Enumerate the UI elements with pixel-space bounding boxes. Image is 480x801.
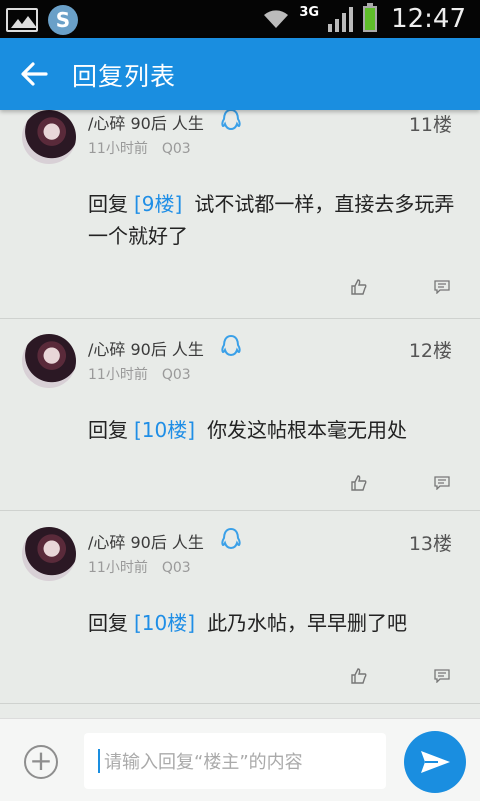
floor-link[interactable]: [10楼] <box>134 611 195 635</box>
floor-number: 13楼 <box>408 533 452 555</box>
comment-icon[interactable] <box>434 669 450 683</box>
reply-content: 回复 [10楼] 你发这帖根本毫无用处 <box>88 414 460 446</box>
reply-item: /心碎 90后 人生 13楼 11小时前 Q03 回复 [10楼] 此乃水帖，早早删了… <box>0 511 480 704</box>
reply-prefix: 回复 <box>88 418 128 442</box>
floor-number: 11楼 <box>408 114 452 136</box>
reply-text: 你发这帖根本毫无用处 <box>207 418 408 442</box>
gallery-notification-icon <box>6 8 38 32</box>
reply-prefix: 回复 <box>88 192 128 216</box>
username[interactable]: /心碎 90后 人生 <box>88 529 204 553</box>
send-icon[interactable] <box>404 731 466 793</box>
clock: 12:47 <box>391 4 466 34</box>
floor-link[interactable]: [9楼] <box>134 192 182 216</box>
like-icon[interactable] <box>350 474 368 492</box>
reply-prefix: 回复 <box>88 611 128 635</box>
post-meta: 11小时前 Q03 <box>88 364 191 384</box>
floor-number: 12楼 <box>408 340 452 362</box>
post-client: Q03 <box>161 367 191 383</box>
post-meta: 11小时前 Q03 <box>88 138 191 158</box>
battery-icon <box>363 3 378 32</box>
reply-input-box[interactable] <box>84 733 386 791</box>
avatar[interactable] <box>22 110 76 164</box>
post-time: 11小时前 <box>88 367 148 383</box>
reply-input[interactable] <box>102 733 386 791</box>
app-notification-icon: S <box>48 5 78 35</box>
reply-text: 此乃水帖，早早删了吧 <box>207 611 408 635</box>
post-client: Q03 <box>161 560 191 576</box>
status-bar: S 3G 12:47 <box>0 0 480 38</box>
app-bar: 回复列表 <box>0 38 480 110</box>
comment-icon[interactable] <box>434 476 450 490</box>
like-icon[interactable] <box>350 278 368 296</box>
qq-icon <box>221 110 241 131</box>
reply-composer: + <box>0 718 480 801</box>
comment-icon[interactable] <box>434 280 450 294</box>
like-icon[interactable] <box>350 667 368 685</box>
network-type: 3G <box>299 4 320 20</box>
username[interactable]: /心碎 90后 人生 <box>88 110 204 134</box>
reply-item: /心碎 90后 人生 11楼 11小时前 Q03 回复 [9楼] 试不试都一样，直接去… <box>0 110 480 319</box>
reply-content: 回复 [10楼] 此乃水帖，早早删了吧 <box>88 607 460 639</box>
post-meta: 11小时前 Q03 <box>88 557 191 577</box>
add-attachment-icon[interactable]: + <box>24 745 58 779</box>
back-arrow-icon[interactable] <box>18 58 50 90</box>
post-time: 11小时前 <box>88 141 148 157</box>
post-client: Q03 <box>161 141 191 157</box>
post-time: 11小时前 <box>88 560 148 576</box>
reply-list[interactable]: /心碎 90后 人生 11楼 11小时前 Q03 回复 [9楼] 试不试都一样，直接去… <box>0 110 480 718</box>
reply-content: 回复 [9楼] 试不试都一样，直接去多玩弄一个就好了 <box>88 188 460 252</box>
qq-icon <box>221 334 241 357</box>
floor-link[interactable]: [10楼] <box>134 418 195 442</box>
page-title: 回复列表 <box>72 62 177 91</box>
avatar[interactable] <box>22 527 76 581</box>
avatar[interactable] <box>22 334 76 388</box>
signal-icon <box>328 7 354 32</box>
wifi-icon <box>264 10 289 28</box>
qq-icon <box>221 527 241 550</box>
username[interactable]: /心碎 90后 人生 <box>88 336 204 360</box>
reply-item: /心碎 90后 人生 12楼 11小时前 Q03 回复 [10楼] 你发这帖根本毫无用… <box>0 318 480 511</box>
